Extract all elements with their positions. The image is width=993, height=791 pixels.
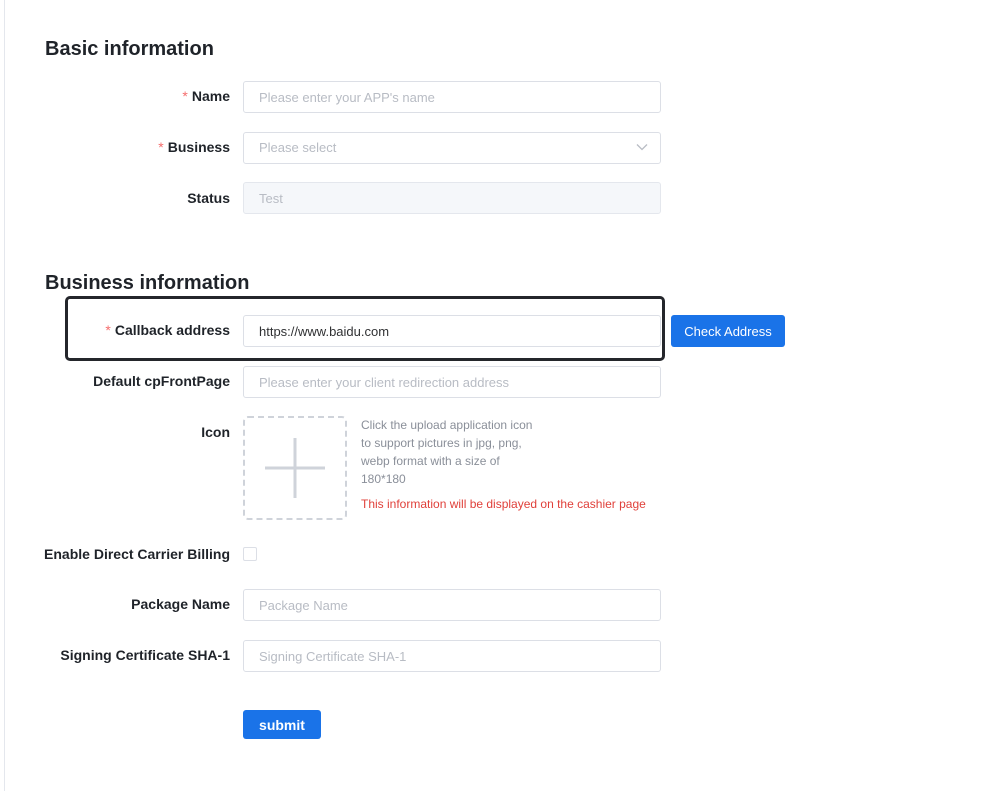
upload-hint-line: to support pictures in jpg, png, — [361, 436, 522, 450]
plus-icon — [265, 438, 325, 498]
submit-button[interactable]: submit — [243, 710, 321, 739]
sha1-label: Signing Certificate SHA-1 — [60, 647, 230, 663]
upload-hint-line: webp format with a size of — [361, 454, 500, 468]
callback-address-input[interactable] — [243, 315, 661, 347]
left-border — [4, 0, 5, 791]
check-address-button[interactable]: Check Address — [671, 315, 785, 347]
upload-hint-line: Click the upload application icon — [361, 418, 533, 432]
required-mark: * — [105, 322, 111, 338]
icon-label: Icon — [201, 424, 230, 440]
business-label: * Business — [158, 131, 230, 163]
name-label: * Name — [182, 80, 230, 112]
front-page-input[interactable] — [243, 366, 661, 398]
required-mark: * — [182, 88, 188, 104]
section-title-basic: Basic information — [45, 38, 214, 60]
carrier-billing-checkbox[interactable] — [243, 547, 257, 561]
package-name-label: Package Name — [131, 596, 230, 612]
status-label: Status — [187, 190, 230, 206]
cashier-warning: This information will be displayed on th… — [361, 497, 646, 511]
sha1-input[interactable] — [243, 640, 661, 672]
icon-upload[interactable] — [243, 416, 347, 520]
business-select[interactable]: Please select — [243, 132, 661, 164]
business-select-placeholder: Please select — [259, 140, 337, 155]
callback-label: * Callback address — [105, 314, 230, 346]
front-page-label: Default cpFrontPage — [93, 373, 230, 389]
carrier-billing-label: Enable Direct Carrier Billing — [44, 546, 230, 562]
name-label-text: Name — [191, 88, 230, 104]
callback-label-text: Callback address — [114, 322, 230, 338]
package-name-input[interactable] — [243, 589, 661, 621]
status-field — [243, 182, 661, 214]
business-label-text: Business — [167, 139, 230, 155]
section-title-business: Business information — [45, 272, 250, 294]
required-mark: * — [158, 139, 164, 155]
name-input[interactable] — [243, 81, 661, 113]
upload-hint: Click the upload application icon to sup… — [361, 416, 551, 488]
chevron-down-icon — [636, 144, 648, 151]
upload-hint-line: 180*180 — [361, 472, 406, 486]
